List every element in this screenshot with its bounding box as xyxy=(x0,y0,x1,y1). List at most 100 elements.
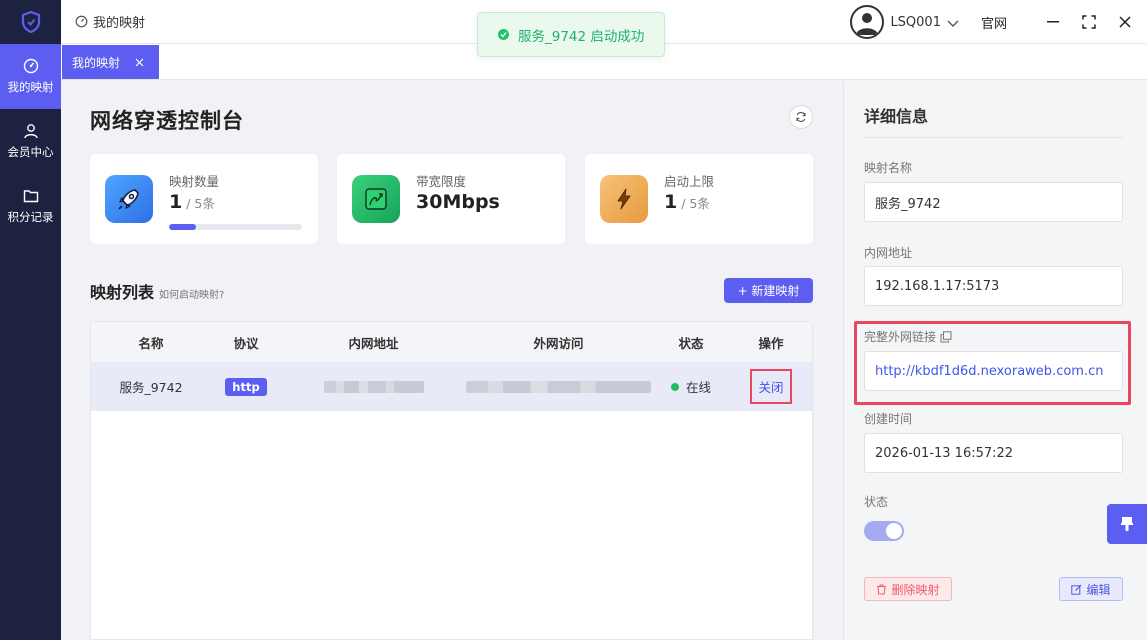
cell-public-access xyxy=(466,380,651,393)
column-header: 名称 xyxy=(138,335,164,351)
stat-unit: / 5条 xyxy=(186,196,215,211)
blurred-public-address xyxy=(466,380,651,393)
username[interactable]: LSQ001 xyxy=(890,15,941,30)
floating-tool-button[interactable] xyxy=(1107,504,1147,544)
detail-title: 详细信息 xyxy=(864,107,929,126)
column-header: 协议 xyxy=(233,335,259,351)
mapping-name-label: 映射名称 xyxy=(864,161,913,175)
copy-icon[interactable] xyxy=(940,330,952,343)
folder-icon xyxy=(23,190,38,203)
how-to-start-link[interactable]: 如何启动映射? xyxy=(159,286,224,301)
full-link-field[interactable]: http://kbdf1d6d.nexoraweb.com.cn xyxy=(864,351,1123,391)
stat-value-row: 1 / 5条 xyxy=(664,191,710,213)
stat-value: 1 xyxy=(169,191,183,213)
check-circle-icon xyxy=(498,29,509,40)
new-mapping-button[interactable]: + 新建映射 xyxy=(724,278,813,303)
gauge-icon xyxy=(23,58,38,74)
stat-label: 带宽限度 xyxy=(416,174,467,189)
edit-button[interactable]: 编辑 xyxy=(1059,577,1123,601)
refresh-icon xyxy=(796,112,806,122)
brush-icon xyxy=(1121,517,1133,531)
protocol-badge: http xyxy=(225,377,267,396)
close-icon xyxy=(1119,16,1131,28)
column-header: 状态 xyxy=(678,335,704,351)
progress-fill xyxy=(169,224,196,230)
toast-message: 服务_9742 启动成功 xyxy=(518,28,645,45)
lightning-icon xyxy=(600,175,648,223)
fullscreen-button[interactable] xyxy=(1071,0,1107,44)
refresh-button[interactable] xyxy=(789,105,813,129)
sidebar-item-label: 会员中心 xyxy=(7,145,54,159)
tab-label: 我的映射 xyxy=(72,55,121,70)
cell-protocol: http xyxy=(211,377,281,396)
edit-icon xyxy=(1071,584,1082,595)
main-panel: 网络穿透控制台 映射数量 1 / 5条 带宽限度 30Mbps 启动上限 1 /… xyxy=(70,81,835,640)
table-header: 名称 协议 内网地址 外网访问 状态 操作 xyxy=(91,322,812,362)
sidebar-item-label: 积分记录 xyxy=(7,210,54,224)
online-status-dot xyxy=(670,382,679,391)
stat-card-start-limit: 启动上限 1 / 5条 xyxy=(585,154,813,244)
shield-logo-icon xyxy=(0,0,61,44)
detail-panel: 详细信息 映射名称 服务_9742 内网地址 192.168.1.17:5173… xyxy=(843,81,1147,640)
breadcrumb: 我的映射 xyxy=(75,12,145,31)
mapping-list-title: 映射列表 如何启动映射? xyxy=(90,279,224,303)
toggle-knob xyxy=(886,523,902,539)
sidebar-item-label: 我的映射 xyxy=(7,80,54,94)
breadcrumb-label: 我的映射 xyxy=(93,16,146,31)
created-time-label: 创建时间 xyxy=(864,412,913,426)
cell-status: 在线 xyxy=(651,377,731,396)
table-row[interactable]: 服务_9742 http 在线 关闭 xyxy=(91,362,812,411)
column-header: 操作 xyxy=(758,335,784,351)
stat-label: 启动上限 xyxy=(664,174,715,189)
success-toast: 服务_9742 启动成功 xyxy=(477,12,665,57)
sidebar-item-points-record[interactable]: 积分记录 xyxy=(0,174,61,239)
local-address-field[interactable]: 192.168.1.17:5173 xyxy=(864,266,1123,306)
delete-mapping-button[interactable]: 删除映射 xyxy=(864,577,952,601)
stat-value-row: 1 / 5条 xyxy=(169,191,215,213)
mapping-table: 名称 协议 内网地址 外网访问 状态 操作 服务_9742 http 在线 关闭 xyxy=(90,321,813,640)
stat-value: 30Mbps xyxy=(416,191,500,213)
minimize-button[interactable] xyxy=(1035,0,1071,44)
divider xyxy=(864,137,1123,138)
status-text: 在线 xyxy=(685,380,711,395)
column-header: 外网访问 xyxy=(533,335,584,351)
mapping-usage-progress xyxy=(169,224,302,230)
mapping-name-field[interactable]: 服务_9742 xyxy=(864,182,1123,222)
cell-name: 服务_9742 xyxy=(119,380,183,395)
rocket-icon xyxy=(105,175,153,223)
close-window-button[interactable] xyxy=(1107,0,1143,44)
close-mapping-button[interactable]: 关闭 xyxy=(750,369,792,404)
status-toggle[interactable] xyxy=(864,521,904,541)
created-time-field[interactable]: 2026-01-13 16:57:22 xyxy=(864,433,1123,473)
column-header: 内网地址 xyxy=(348,335,399,351)
tab-my-mappings[interactable]: 我的映射 xyxy=(62,45,159,79)
trash-icon xyxy=(877,584,887,594)
full-link-label-row: 完整外网链接 xyxy=(864,328,952,345)
minimize-icon xyxy=(1047,21,1059,23)
user-icon xyxy=(23,124,38,139)
stat-value: 1 xyxy=(664,191,678,213)
stat-value-row: 30Mbps xyxy=(416,191,500,213)
full-link-label: 完整外网链接 xyxy=(864,330,937,344)
sidebar-item-my-mappings[interactable]: 我的映射 xyxy=(0,44,61,109)
close-icon[interactable] xyxy=(135,58,144,67)
chevron-down-icon[interactable] xyxy=(947,13,959,32)
edit-label: 编辑 xyxy=(1086,582,1111,597)
delete-label: 删除映射 xyxy=(891,582,940,597)
sidebar: 我的映射 会员中心 积分记录 xyxy=(0,0,61,640)
official-site-link[interactable]: 官网 xyxy=(981,13,1007,32)
stat-label: 映射数量 xyxy=(169,174,220,189)
trend-icon xyxy=(352,175,400,223)
list-title-label: 映射列表 xyxy=(90,283,155,302)
sidebar-item-member-center[interactable]: 会员中心 xyxy=(0,109,61,174)
stat-unit: / 5条 xyxy=(681,196,710,211)
gauge-icon xyxy=(75,15,88,28)
fullscreen-icon xyxy=(1082,15,1096,29)
blurred-local-address xyxy=(323,380,424,393)
cell-action: 关闭 xyxy=(731,369,811,404)
stat-card-bandwidth: 带宽限度 30Mbps xyxy=(337,154,565,244)
status-label: 状态 xyxy=(864,495,889,509)
local-address-label: 内网地址 xyxy=(864,246,913,260)
cell-local-address xyxy=(281,380,466,393)
avatar[interactable] xyxy=(850,5,885,39)
